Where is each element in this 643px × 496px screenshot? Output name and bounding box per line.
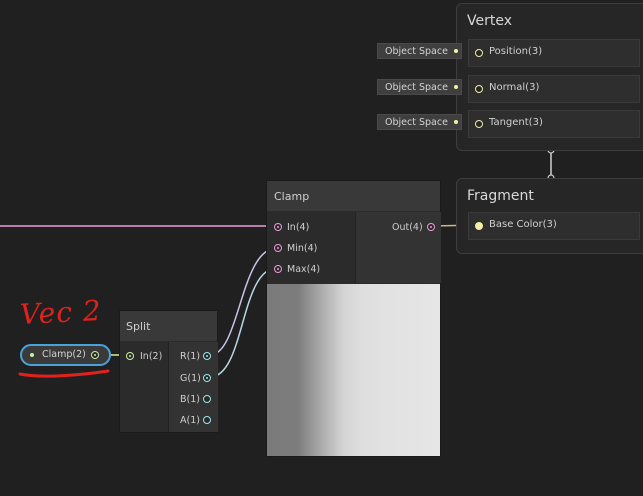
clamp-out-label: Out(4) bbox=[392, 222, 423, 233]
vertex-title: Vertex bbox=[467, 13, 513, 29]
tangent-port[interactable] bbox=[475, 120, 483, 128]
normal-space-label: Object Space bbox=[385, 82, 448, 93]
normal-space-field[interactable]: Object Space bbox=[377, 79, 462, 95]
split-b-port[interactable] bbox=[203, 395, 211, 403]
split-g-label: G(1) bbox=[180, 373, 201, 384]
normal-label: Normal(3) bbox=[489, 82, 540, 93]
position-space-label: Object Space bbox=[385, 46, 448, 57]
fragment-slot-base-color[interactable]: Base Color(3) bbox=[468, 212, 640, 240]
clamp-preview bbox=[267, 284, 440, 456]
vertex-slot-normal[interactable]: Normal(3) bbox=[468, 75, 640, 103]
annotation-underline bbox=[18, 369, 110, 378]
base-color-port[interactable] bbox=[475, 222, 483, 230]
clamp-node-title: Clamp bbox=[274, 190, 310, 203]
tangent-space-field[interactable]: Object Space bbox=[377, 114, 462, 130]
clamp-min-label: Min(4) bbox=[287, 243, 318, 254]
tangent-label: Tangent(3) bbox=[489, 117, 543, 128]
position-space-dot bbox=[454, 49, 458, 53]
clamp-in-label: In(4) bbox=[287, 222, 310, 233]
split-in-label: In(2) bbox=[140, 351, 163, 362]
property-out-port[interactable] bbox=[91, 351, 99, 359]
position-space-field[interactable]: Object Space bbox=[377, 43, 462, 59]
tangent-space-label: Object Space bbox=[385, 117, 448, 128]
property-left-dot bbox=[30, 353, 34, 357]
clamp-max-port[interactable] bbox=[274, 265, 282, 273]
annotation-text: Vec 2 bbox=[19, 293, 103, 332]
position-label: Position(3) bbox=[489, 46, 543, 57]
normal-space-dot bbox=[454, 85, 458, 89]
split-node-title: Split bbox=[126, 320, 151, 333]
normal-port[interactable] bbox=[475, 85, 483, 93]
vertex-slot-position[interactable]: Position(3) bbox=[468, 39, 640, 67]
split-node-header[interactable]: Split bbox=[120, 311, 217, 341]
fragment-block[interactable]: Fragment Base Color(3) bbox=[456, 178, 643, 254]
split-g-port[interactable] bbox=[203, 374, 211, 382]
split-r-label: R(1) bbox=[180, 351, 201, 362]
tangent-space-dot bbox=[454, 120, 458, 124]
clamp-node-header[interactable]: Clamp bbox=[267, 181, 440, 211]
split-node[interactable]: Split In(2) R(1) G(1) B(1) A(1) bbox=[119, 310, 218, 433]
clamp-node[interactable]: Clamp In(4) Min(4) Max(4) Out(4) bbox=[266, 180, 441, 457]
clamp-max-label: Max(4) bbox=[287, 264, 321, 275]
clamp-in-port[interactable] bbox=[274, 223, 282, 231]
position-port[interactable] bbox=[475, 49, 483, 57]
clamp-min-port[interactable] bbox=[274, 244, 282, 252]
split-a-port[interactable] bbox=[203, 416, 211, 424]
split-a-label: A(1) bbox=[180, 415, 200, 426]
split-r-port[interactable] bbox=[203, 352, 211, 360]
split-b-label: B(1) bbox=[180, 394, 200, 405]
property-label: Clamp(2) bbox=[42, 349, 86, 360]
clamp-out-port[interactable] bbox=[427, 223, 435, 231]
split-in-port[interactable] bbox=[126, 352, 134, 360]
vertex-slot-tangent[interactable]: Tangent(3) bbox=[468, 110, 640, 138]
vertex-block[interactable]: Vertex Position(3) Normal(3) Tangent(3) bbox=[456, 3, 643, 151]
base-color-label: Base Color(3) bbox=[489, 219, 557, 230]
fragment-title: Fragment bbox=[467, 188, 534, 204]
